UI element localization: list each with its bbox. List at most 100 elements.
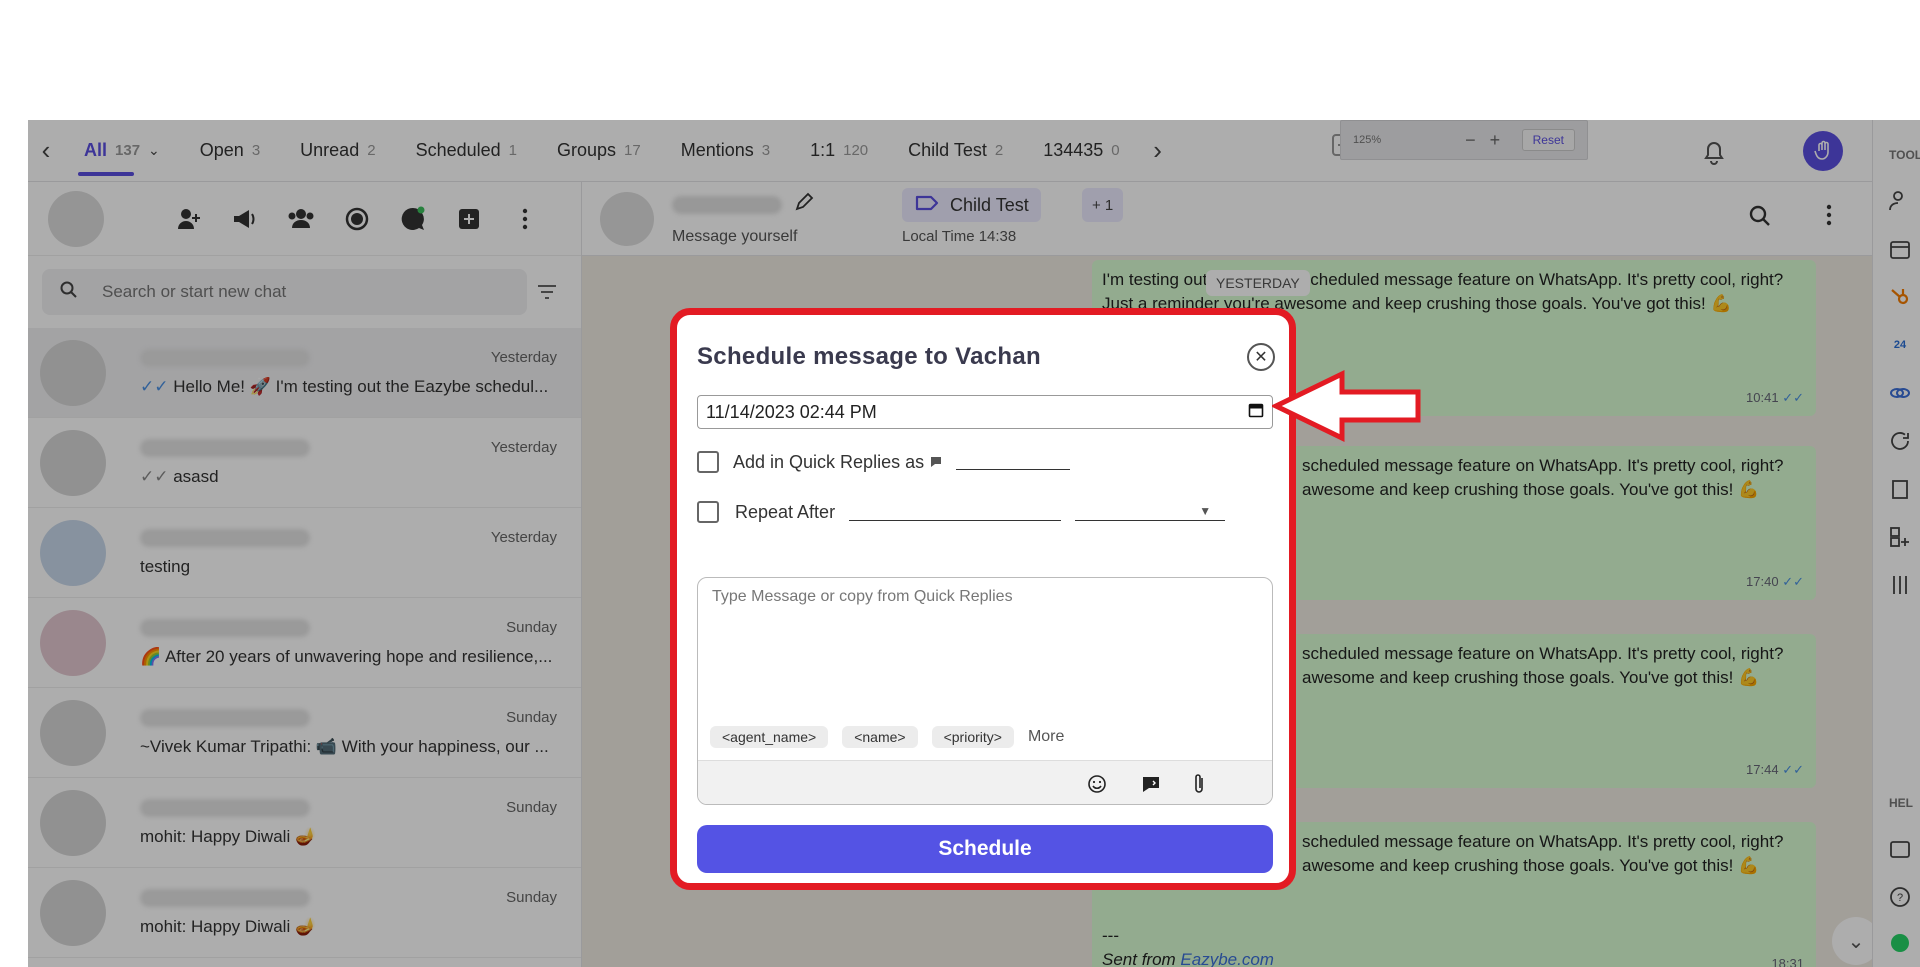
variable-chip-priority[interactable]: <priority> (931, 726, 1014, 748)
new-chat-icon[interactable] (454, 204, 484, 234)
tab-label: Child Test (908, 140, 987, 160)
calendar-icon[interactable] (1248, 402, 1264, 423)
chat-time: Sunday (506, 889, 557, 906)
emoji-icon[interactable] (1084, 771, 1110, 797)
add-widget-icon[interactable] (1885, 522, 1915, 552)
schedule-button[interactable]: Schedule (697, 825, 1273, 873)
close-icon[interactable]: ✕ (1247, 343, 1275, 371)
status-icon[interactable] (342, 204, 372, 234)
whatsapp-icon[interactable] (1885, 928, 1915, 958)
more-labels-chip[interactable]: + 1 (1082, 188, 1124, 222)
message-textarea[interactable]: Type Message or copy from Quick Replies … (697, 577, 1273, 805)
sliders-icon[interactable] (1885, 570, 1915, 600)
tab-label: Scheduled (415, 140, 501, 160)
tab-count: 0 (1111, 142, 1120, 159)
repeat-interval-field[interactable] (849, 519, 1062, 521)
support-24-icon[interactable]: 24 (1885, 330, 1915, 360)
chat-list-header (28, 182, 581, 256)
tab-scheduled[interactable]: Scheduled 1 (396, 120, 537, 182)
zoom-out-button[interactable]: − (1465, 130, 1476, 151)
tab-134435[interactable]: 134435 0 (1023, 120, 1139, 182)
variable-chip-name[interactable]: <name> (842, 726, 918, 748)
sent-from: Sent from Eazybe.com (1102, 950, 1274, 967)
tab-groups[interactable]: Groups 17 (537, 120, 661, 182)
tab-mentions[interactable]: Mentions 3 (661, 120, 790, 182)
list-item[interactable]: Yesterday ✓✓ Hello Me! 🚀 I'm testing out … (28, 328, 581, 418)
zoom-reset-button[interactable]: Reset (1521, 129, 1575, 151)
profile-avatar[interactable] (1803, 131, 1843, 171)
list-item[interactable]: Sunday 🌈 After 20 years of unwavering hop… (28, 598, 581, 688)
list-item[interactable]: Sunday ~Vivek Kumar Tripathi: 📹 With your… (28, 688, 581, 778)
menu-icon[interactable] (1826, 204, 1832, 231)
help-heading: HEL (1889, 796, 1913, 810)
link-icon[interactable] (1885, 378, 1915, 408)
dropdown-arrow-icon: ▼ (1199, 503, 1212, 518)
more-variables-link[interactable]: More (1028, 728, 1064, 746)
composer-toolbar (698, 760, 1272, 804)
menu-icon[interactable] (510, 204, 540, 234)
search-icon[interactable] (1748, 204, 1772, 233)
zoom-in-button[interactable]: + (1490, 130, 1501, 151)
chat-list-pane: Yesterday ✓✓ Hello Me! 🚀 I'm testing out … (28, 182, 582, 967)
list-item[interactable]: Yesterday testing (28, 508, 581, 598)
broadcast-icon[interactable] (230, 204, 260, 234)
variable-chip-agent-name[interactable]: <agent_name> (710, 726, 829, 748)
search-input[interactable] (102, 282, 482, 302)
filter-icon[interactable] (527, 284, 567, 300)
repeat-unit-select[interactable]: ▼ (1075, 504, 1226, 521)
tab-unread[interactable]: Unread 2 (280, 120, 395, 182)
sync-icon[interactable] (1885, 426, 1915, 456)
chat-time: Sunday (506, 799, 557, 816)
callout-arrow-icon (1272, 370, 1421, 442)
message-time: 17:40 ✓✓ (1746, 574, 1804, 589)
tab-all[interactable]: All 137 ⌄ (64, 120, 180, 182)
tab-count: 120 (843, 142, 869, 159)
list-item[interactable]: Yesterday ✓✓ asasd (28, 418, 581, 508)
double-tick-icon: ✓✓ (140, 466, 174, 486)
building-icon[interactable] (1885, 474, 1915, 504)
chevron-down-icon[interactable]: ⌄ (148, 142, 160, 159)
bell-icon[interactable] (1694, 132, 1734, 172)
contact-avatar[interactable] (600, 192, 654, 246)
channels-icon[interactable] (398, 204, 428, 234)
add-contact-icon[interactable] (174, 204, 204, 234)
datetime-input[interactable]: 11/14/2023 02:44 PM (697, 395, 1273, 429)
schedule-message-dialog: Schedule message to Vachan ✕ 11/14/2023 … (670, 308, 1296, 890)
help-icon[interactable]: ? (1885, 882, 1915, 912)
chat-time: Yesterday (490, 529, 557, 546)
my-avatar[interactable] (48, 190, 104, 247)
tab-child-test[interactable]: Child Test 2 (888, 120, 1023, 182)
pencil-icon[interactable] (794, 192, 814, 217)
quick-reply-icon (930, 452, 942, 473)
avatar (40, 699, 106, 766)
avatar (40, 429, 106, 496)
tab-label: 134435 (1043, 140, 1104, 160)
search-box (42, 269, 527, 315)
sent-from-link[interactable]: Eazybe.com (1180, 950, 1274, 967)
community-icon[interactable] (286, 204, 316, 234)
search-icon (60, 281, 78, 304)
message-time: 10:41 ✓✓ (1746, 390, 1804, 405)
hubspot-icon[interactable] (1885, 282, 1915, 312)
repeat-checkbox[interactable] (697, 501, 719, 523)
calendar-icon[interactable] (1885, 234, 1915, 264)
quick-reply-icon[interactable] (1138, 771, 1164, 797)
svg-text:?: ? (1897, 892, 1903, 904)
contact-name-blurred (140, 618, 310, 637)
history-icon[interactable] (1885, 834, 1915, 864)
user-clock-icon[interactable] (1885, 186, 1915, 216)
chat-preview: mohit: Happy Diwali 🪔 (140, 826, 317, 846)
quick-replies-checkbox[interactable] (697, 451, 719, 473)
quick-reply-name-field[interactable] (956, 468, 1071, 470)
tabs-next-icon[interactable]: › (1140, 133, 1176, 169)
signature-dashes: --- (1102, 926, 1119, 945)
avatar (40, 789, 106, 856)
label-chip[interactable]: Child Test (902, 188, 1041, 222)
tabs-prev-icon[interactable]: ‹ (28, 133, 64, 169)
tab-one-to-one[interactable]: 1:1 120 (790, 120, 888, 182)
dialog-title: Schedule message to Vachan (697, 343, 1041, 370)
list-item[interactable]: Sunday mohit: Happy Diwali 🪔 (28, 778, 581, 868)
list-item[interactable]: Sunday mohit: Happy Diwali 🪔 (28, 868, 581, 958)
tab-open[interactable]: Open 3 (180, 120, 280, 182)
attachment-icon[interactable] (1186, 771, 1212, 797)
